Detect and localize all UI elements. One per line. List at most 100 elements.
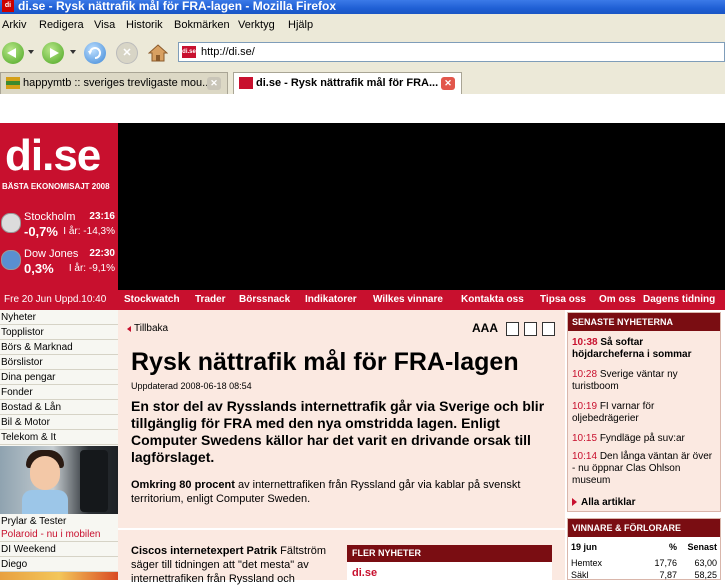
menu-visa[interactable]: Visa	[94, 19, 115, 31]
winners-losers-box: VINNARE & FÖRLORARE 19 jun % Senast Hemt…	[567, 518, 721, 580]
nav-om-oss[interactable]: Om oss	[599, 294, 636, 305]
di-favicon-icon	[239, 77, 253, 89]
sidebar-item-telekom-it[interactable]: Telekom & It	[0, 430, 118, 445]
window-title-bar: di di.se - Rysk nättrafik mål för FRA-la…	[0, 0, 725, 14]
sidebar-item-diego[interactable]: Diego	[0, 557, 118, 572]
news-item[interactable]: 10:14 Den långa väntan är över - nu öppn…	[572, 451, 718, 487]
site-navigation: Fre 20 Jun Uppd.10:40 Stockwatch Trader …	[0, 290, 725, 310]
sidebar-item-bil-motor[interactable]: Bil & Motor	[0, 415, 118, 430]
stock-percent: 7,87	[659, 570, 677, 580]
news-time: 10:19	[572, 401, 598, 412]
nav-dagens-tidning[interactable]: Dagens tidning	[643, 294, 715, 305]
article-paragraph: Omkring 80 procent av internettrafiken f…	[131, 478, 551, 506]
news-item[interactable]: 10:28 Sverige väntar ny turistboom	[572, 369, 718, 393]
bottom-promo-strip[interactable]	[0, 572, 118, 580]
more-news-item[interactable]: di.se	[352, 567, 377, 579]
back-history-dropdown-icon[interactable]	[28, 50, 34, 54]
tab-di-se[interactable]: di.se - Rysk nättrafik mål för FRA... ✕	[233, 72, 462, 94]
nav-stockwatch[interactable]: Stockwatch	[124, 294, 180, 305]
email-icon[interactable]	[542, 322, 555, 336]
sidebar-item-borslistor[interactable]: Börslistor	[0, 355, 118, 370]
index-year: I år: -14,3%	[63, 226, 115, 237]
reload-button[interactable]	[84, 42, 106, 64]
nav-trader[interactable]: Trader	[195, 294, 226, 305]
promo-image[interactable]	[0, 446, 118, 514]
sidebar-item-fonder[interactable]: Fonder	[0, 385, 118, 400]
menu-arkiv[interactable]: Arkiv	[2, 19, 26, 31]
promo-face	[30, 456, 60, 490]
text-size-button[interactable]: AAA	[472, 321, 498, 335]
back-button[interactable]	[2, 42, 24, 64]
tab-close-icon[interactable]: ✕	[207, 77, 221, 90]
table-row[interactable]: Säkl 7,87 58,25	[571, 570, 719, 582]
sidebar-item-dina-pengar[interactable]: Dina pengar	[0, 370, 118, 385]
url-bar[interactable]: di.se http://di.se/	[178, 42, 725, 62]
menu-historik[interactable]: Historik	[126, 19, 163, 31]
tab-bar: happymtb :: sveriges trevligaste mou... …	[0, 70, 725, 96]
index-change: 0,3%	[24, 261, 54, 276]
print-icon[interactable]	[524, 322, 537, 336]
index-change: -0,7%	[24, 224, 58, 239]
index-name: Dow Jones	[24, 248, 79, 260]
news-text: Fyndläge på suv:ar	[599, 433, 685, 444]
sidebar-item-nyheter[interactable]: Nyheter	[0, 310, 118, 325]
latest-news-heading: SENASTE NYHETERNA	[568, 313, 720, 331]
stop-x-icon: ✕	[122, 47, 132, 59]
url-text[interactable]: http://di.se/	[201, 46, 255, 58]
article-headline: Rysk nättrafik mål för FRA-lagen	[131, 348, 519, 376]
nav-tipsa-oss[interactable]: Tipsa oss	[540, 294, 586, 305]
forward-history-dropdown-icon[interactable]	[70, 50, 76, 54]
table-row[interactable]: Hemtex 17,76 63,00	[571, 558, 719, 570]
tab-happymtb[interactable]: happymtb :: sveriges trevligaste mou... …	[0, 72, 228, 94]
paragraph-bold: Omkring 80 procent	[131, 479, 235, 491]
article-updated: Uppdaterad 2008-06-18 08:54	[131, 381, 252, 391]
sidebar-item-bostad-lan[interactable]: Bostad & Lån	[0, 400, 118, 415]
home-icon	[147, 44, 169, 62]
nav-kontakta-oss[interactable]: Kontakta oss	[461, 294, 524, 305]
nav-indikatorer[interactable]: Indikatorer	[305, 294, 357, 305]
tab-label: happymtb :: sveriges trevligaste mou...	[23, 77, 212, 89]
sidebar-item-di-weekend[interactable]: DI Weekend	[0, 542, 118, 557]
column-latest: Senast	[687, 542, 717, 552]
nav-wilkes-vinnare[interactable]: Wilkes vinnare	[373, 294, 443, 305]
menu-bokmarken[interactable]: Bokmärken	[174, 19, 230, 31]
winners-header-row: 19 jun % Senast	[571, 542, 719, 554]
nav-borssnack[interactable]: Börssnack	[239, 294, 290, 305]
menu-hjalp[interactable]: Hjälp	[288, 19, 313, 31]
ad-banner[interactable]	[118, 123, 725, 290]
stop-button[interactable]: ✕	[116, 42, 138, 64]
menu-verktyg[interactable]: Verktyg	[238, 19, 275, 31]
article-lead: En stor del av Rysslands internettrafik …	[131, 398, 545, 465]
index-dow-jones[interactable]: Dow Jones 22:30 0,3% I år: -9,1%	[0, 248, 118, 288]
sidebar-promo-polaroid[interactable]: Polaroid - nu i mobilen	[0, 527, 118, 542]
tab-close-icon[interactable]: ✕	[441, 77, 455, 90]
menu-redigera[interactable]: Redigera	[39, 19, 84, 31]
site-header-left: di.se BÄSTA EKONOMISAJT 2008 Stockholm 2…	[0, 123, 118, 290]
promo-phone	[80, 450, 108, 512]
window-title: di.se - Rysk nättrafik mål för FRA-lagen…	[18, 0, 337, 13]
latest-news-box: SENASTE NYHETERNA 10:38 Så softar höjdar…	[567, 312, 721, 512]
site-favicon-icon: di.se	[182, 46, 196, 58]
all-articles-link[interactable]: Alla artiklar	[572, 497, 635, 508]
forward-arrow-icon	[50, 48, 59, 58]
sidebar-item-bors-marknad[interactable]: Börs & Marknad	[0, 340, 118, 355]
sidebar-item-topplistor[interactable]: Topplistor	[0, 325, 118, 340]
news-item[interactable]: 10:38 Så softar höjdarcheferna i sommar	[572, 337, 718, 361]
back-link[interactable]: Tillbaka	[126, 323, 169, 334]
forward-button[interactable]	[42, 42, 64, 64]
winners-losers-heading: VINNARE & FÖRLORARE	[568, 519, 720, 537]
gauge-icon	[1, 250, 21, 270]
document-icon[interactable]	[506, 322, 519, 336]
index-name: Stockholm	[24, 211, 76, 223]
menu-bar: Arkiv Redigera Visa Historik Bokmärken V…	[0, 14, 725, 36]
index-stockholm[interactable]: Stockholm 23:16 -0,7% I år: -14,3%	[0, 211, 118, 251]
news-item[interactable]: 10:19 FI varnar för oljebedrägerier	[572, 401, 718, 425]
home-button[interactable]	[147, 43, 169, 63]
index-time: 22:30	[89, 248, 115, 259]
di-logo[interactable]: di.se	[5, 131, 101, 181]
site-tagline: BÄSTA EKONOMISAJT 2008	[2, 182, 110, 191]
news-item[interactable]: 10:15 Fyndläge på suv:ar	[572, 433, 718, 445]
back-link-label: Tillbaka	[134, 323, 169, 334]
more-news-box: FLER NYHETER di.se	[347, 545, 552, 580]
news-time: 10:15	[572, 433, 598, 444]
